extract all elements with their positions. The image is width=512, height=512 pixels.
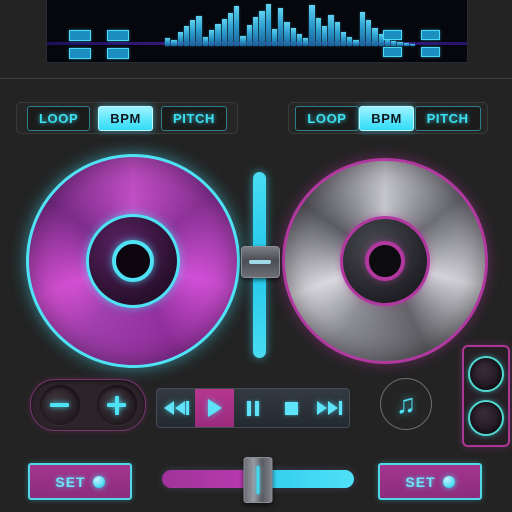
spectrum-bar (208, 30, 215, 46)
spectrum-bar (309, 5, 315, 46)
spectrum-bar (366, 20, 372, 46)
tab-pitch-deck-a[interactable]: PITCH (160, 105, 227, 131)
level-led (69, 48, 91, 59)
spectrum-bar (303, 38, 309, 46)
cue-indicator-dot-right (442, 475, 455, 488)
spectrum-analyzer (46, 0, 468, 63)
spectrum-bar (284, 22, 290, 46)
spectrum-bar (234, 6, 240, 46)
play-icon (207, 399, 222, 417)
dj-mixer-app: LOOP BPM PITCH LOOP BPM PITCH ♫ SET SET (0, 0, 512, 512)
spectrum-bar (315, 18, 322, 46)
spectrum-bar (372, 28, 378, 46)
spectrum-bar (190, 20, 196, 46)
skip-back-icon (163, 401, 189, 415)
spectrum-bar (227, 13, 234, 46)
turntable-deck-b[interactable] (282, 158, 488, 364)
spectrum-bar (215, 24, 221, 46)
spectrum-bar (221, 19, 227, 46)
minus-icon (50, 403, 69, 407)
spectrum-bar (252, 17, 259, 46)
speaker-driver-top (468, 355, 504, 392)
speaker-driver-bottom (468, 400, 504, 437)
spectrum-bar (409, 44, 416, 46)
level-led-group-left-inner (107, 30, 129, 59)
spectrum-bar (183, 26, 190, 46)
level-led (107, 30, 129, 41)
pause-icon (247, 400, 260, 416)
cue-set-button-right[interactable]: SET (378, 463, 482, 500)
mid-fader-handle[interactable] (241, 246, 280, 279)
spectrum-bar (202, 37, 208, 46)
deck-b-mode-tabs: LOOP BPM PITCH (288, 102, 488, 134)
spectrum-bar (340, 32, 347, 46)
level-led (383, 47, 402, 57)
deck-b-hub-inner-ring (365, 241, 405, 281)
spectrum-bar (353, 40, 359, 46)
spectrum-bar (259, 11, 265, 46)
spectrum-bar (403, 43, 409, 46)
stop-icon (284, 401, 298, 415)
tab-bpm-deck-b[interactable]: BPM (359, 105, 414, 131)
plus-icon-vertical (114, 395, 119, 415)
tab-pitch-deck-b[interactable]: PITCH (414, 105, 481, 131)
music-library-button[interactable]: ♫ (380, 378, 432, 430)
rewind-button[interactable] (157, 389, 195, 427)
play-button[interactable] (195, 389, 234, 427)
spectrum-bar (328, 15, 334, 46)
level-led (107, 48, 129, 59)
spectrum-bar (359, 12, 365, 46)
spectrum-bar (265, 4, 271, 46)
cue-set-button-left[interactable]: SET (28, 463, 132, 500)
spectrum-bar (322, 26, 328, 46)
mid-fader-track[interactable] (241, 172, 280, 358)
spectrum-bar (334, 22, 340, 46)
stop-button[interactable] (272, 389, 310, 427)
tab-bpm-deck-a[interactable]: BPM (98, 105, 153, 131)
decrease-button[interactable] (39, 385, 80, 425)
level-led (421, 30, 440, 40)
deck-a-mode-tabs: LOOP BPM PITCH (16, 102, 238, 134)
spectrum-bar (171, 40, 177, 46)
spectrum-bar (240, 36, 246, 46)
spectrum-bar (290, 28, 296, 46)
cue-indicator-dot-left (92, 475, 105, 488)
spectrum-bar (271, 29, 278, 46)
level-led (69, 30, 91, 41)
turntable-deck-a[interactable] (26, 154, 240, 368)
spectrum-bar (278, 8, 284, 46)
crossfader-track[interactable] (162, 457, 354, 503)
tab-loop-deck-b[interactable]: LOOP (295, 105, 359, 131)
increase-button[interactable] (96, 385, 137, 425)
spectrum-bars (165, 4, 416, 46)
forward-button[interactable] (311, 389, 349, 427)
level-led-group-right-inner (383, 30, 402, 57)
level-led (421, 47, 440, 57)
spectrum-bar (165, 38, 171, 46)
spectrum-bar (347, 37, 353, 46)
monitor-speaker[interactable] (462, 345, 510, 447)
skip-forward-icon (317, 401, 343, 415)
spectrum-bar (246, 25, 252, 46)
cue-set-label-left: SET (55, 473, 86, 490)
level-led (383, 30, 402, 40)
spectrum-bar (196, 16, 202, 46)
pause-button[interactable] (234, 389, 272, 427)
tab-loop-deck-a[interactable]: LOOP (27, 105, 91, 131)
spectrum-bar (177, 32, 183, 46)
level-led-group-right-outer (421, 30, 440, 57)
spectrum-bar (296, 34, 303, 46)
crossfader-handle[interactable] (243, 457, 273, 503)
pitch-adjust-pad (30, 379, 146, 431)
music-note-icon: ♫ (395, 388, 417, 419)
transport-bar (156, 388, 350, 428)
header-divider (0, 78, 512, 79)
level-led-group-left-outer (69, 30, 91, 59)
cue-set-label-right: SET (405, 473, 436, 490)
deck-a-hub-inner-ring (112, 240, 154, 282)
